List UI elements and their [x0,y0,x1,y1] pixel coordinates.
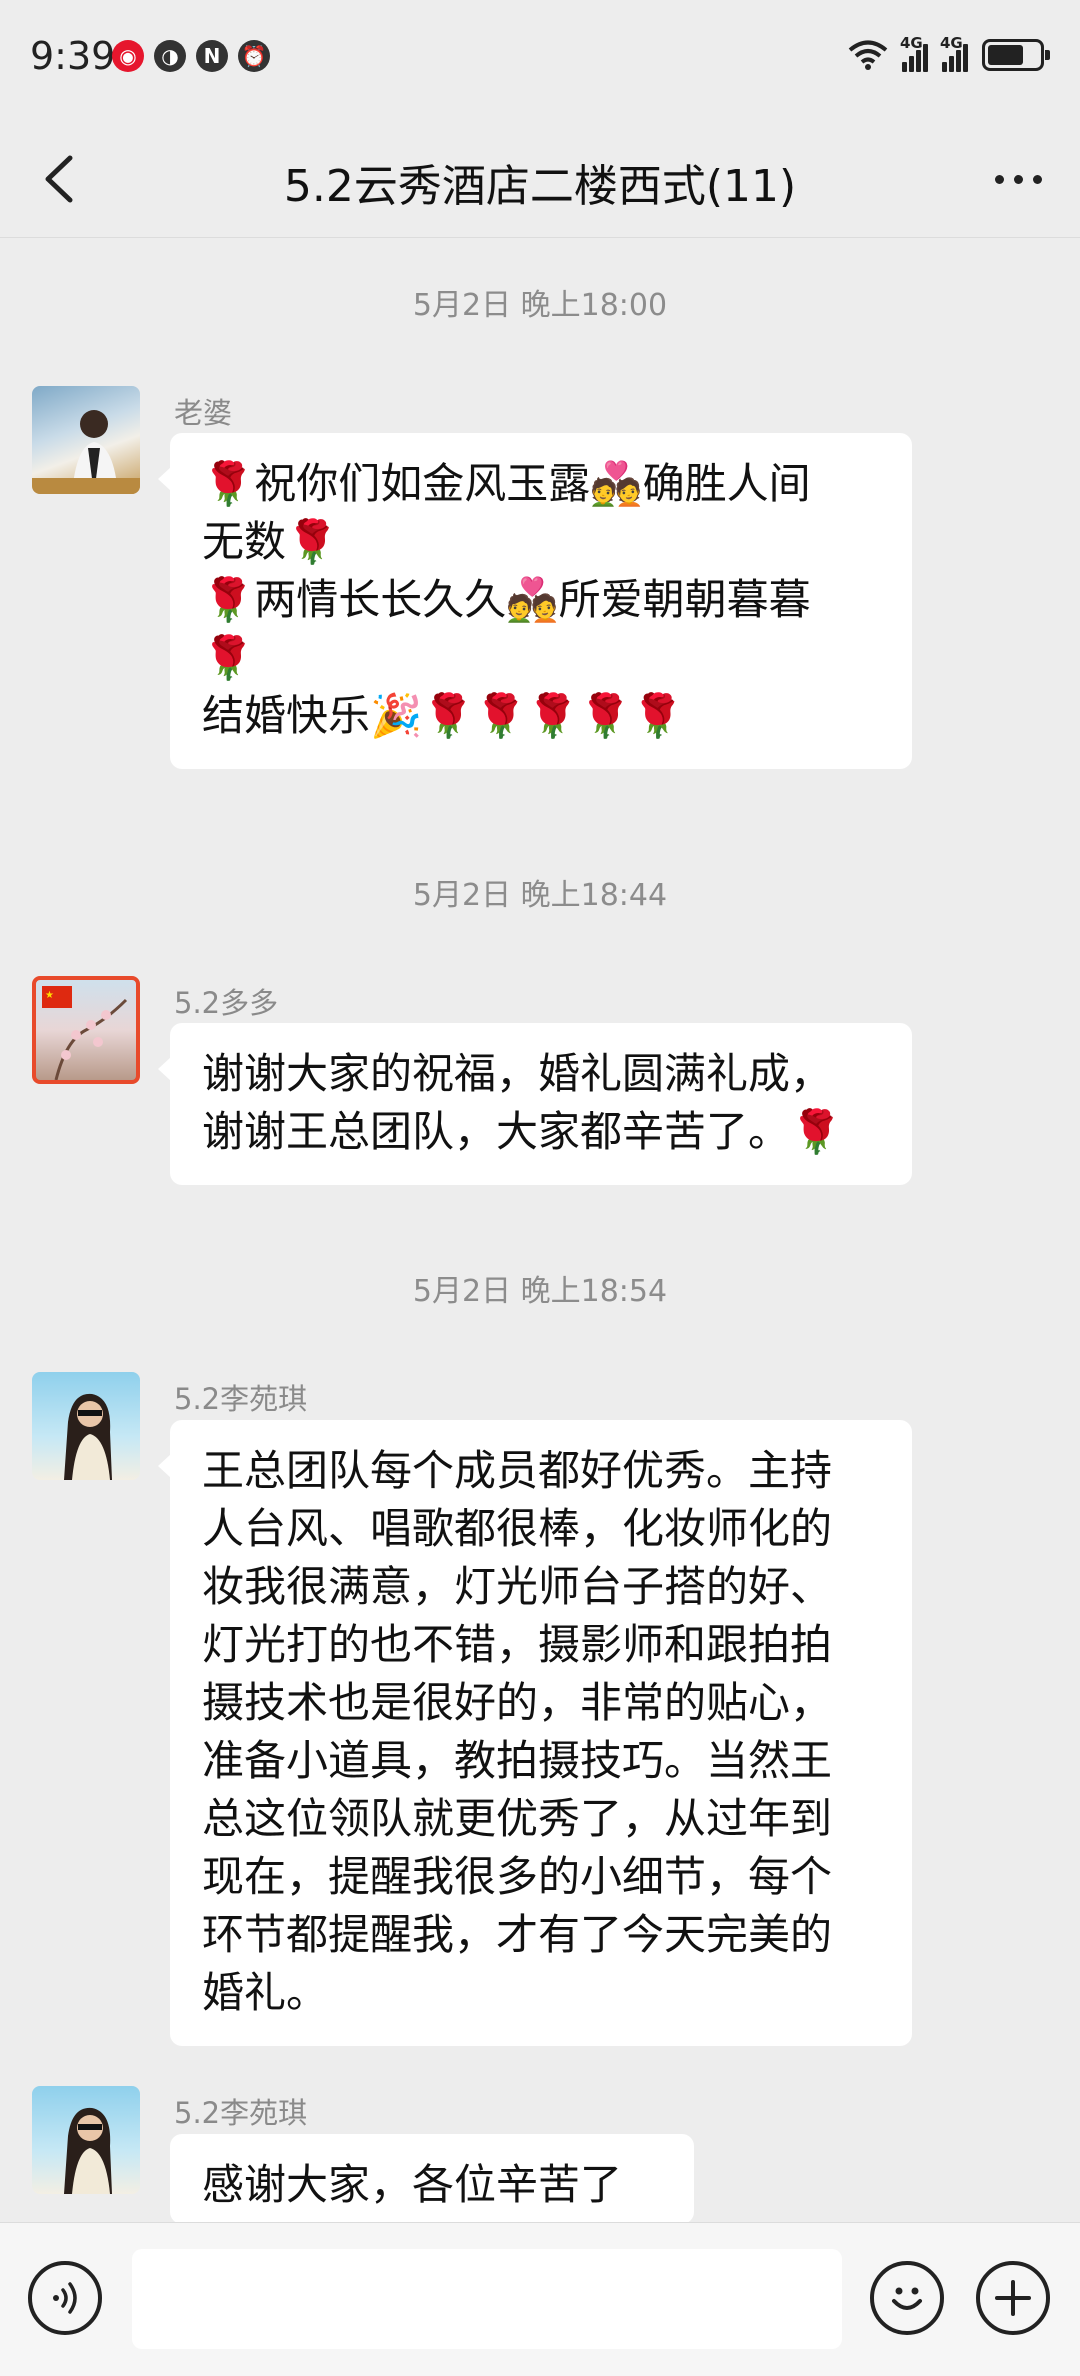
network-label-2: 4G [940,34,963,52]
nfc-icon: N [196,40,228,72]
svg-text:★: ★ [45,990,54,1001]
message-input[interactable] [132,2249,842,2349]
input-bar [0,2222,1080,2376]
sender-name: 5.2多多 [174,986,279,1020]
status-icons-right: 4G 4G [848,34,1050,72]
avatar[interactable] [32,386,140,494]
signal-icon: 4G [900,34,928,72]
signal-icon: 4G [940,34,968,72]
network-label-1: 4G [900,34,923,52]
avatar[interactable] [32,2086,140,2194]
avatar[interactable] [32,1372,140,1480]
smiley-icon [892,2287,922,2310]
avatar[interactable]: ★ [32,976,140,1084]
timestamp: 5月2日 晚上18:00 [412,288,668,323]
sender-name: 5.2李苑琪 [174,2096,308,2130]
more-button[interactable] [984,146,1052,212]
alarm-icon: ⏰ [238,40,270,72]
status-time: 9:39 [30,34,116,78]
timestamp: 5月2日 晚上18:54 [412,1274,668,1309]
voice-icon [53,2282,77,2314]
plus-icon [995,2280,1031,2316]
chat-header: 5.2云秀酒店二楼西式(11) [0,120,1080,238]
battery-icon [982,39,1050,71]
chat-title: 5.2云秀酒店二楼西式(11) [283,161,797,212]
status-bar: 9:39 ◉ ◑ N ⏰ 4G 4G [0,0,1080,120]
weibo-icon: ◉ [112,40,144,72]
emoji-button[interactable] [870,2261,944,2335]
plus-button[interactable] [976,2261,1050,2335]
sender-name: 老婆 [174,396,233,430]
sender-name: 5.2李苑琪 [174,1382,308,1416]
message-bubble[interactable]: 感谢大家，各位辛苦了 [170,2134,694,2224]
wifi-icon [848,40,888,70]
status-icons-left: ◉ ◑ N ⏰ [112,40,270,72]
back-button[interactable] [30,146,90,212]
chevron-left-icon [45,155,73,203]
hd-icon: ◑ [154,40,186,72]
voice-button[interactable] [28,2261,102,2335]
message-bubble[interactable]: 🌹祝你们如金风玉露💑确胜人间 无数🌹 🌹两情长长久久💑所爱朝朝暮暮 🌹 结婚快乐… [158,433,912,769]
message-bubble[interactable]: 谢谢大家的祝福，婚礼圆满礼成， 谢谢王总团队，大家都辛苦了。🌹 [158,1023,912,1185]
message-bubble[interactable]: 王总团队每个成员都好优秀。主持 人台风、唱歌都很棒，化妆师化的 妆我很满意，灯光… [158,1420,912,2046]
timestamp: 5月2日 晚上18:44 [412,878,668,913]
